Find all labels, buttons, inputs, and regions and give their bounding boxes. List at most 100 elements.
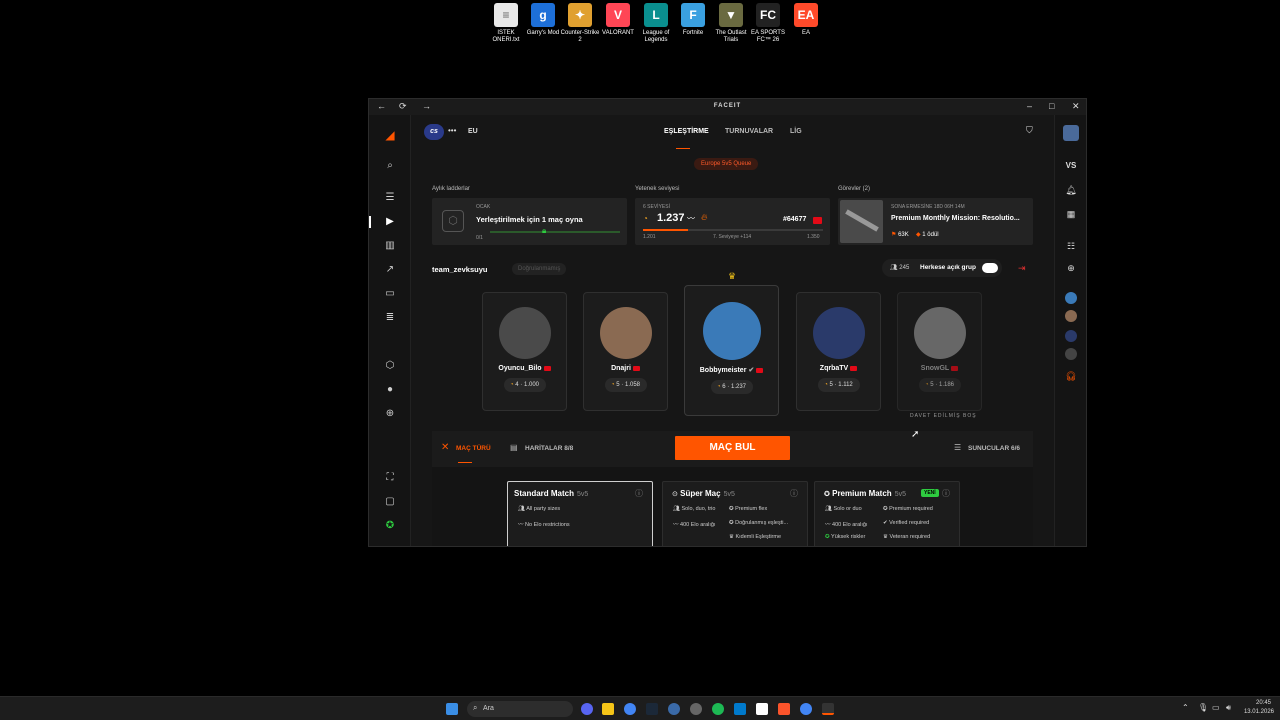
party-icon[interactable]: ▦ [1063, 206, 1079, 222]
clock-date[interactable]: 13.01.2026 [1238, 709, 1274, 715]
tab-league[interactable]: LİG [790, 128, 802, 135]
friend-avatar[interactable] [1065, 292, 1077, 304]
ladder-hex-icon: ⬡ [442, 210, 464, 232]
game-selector[interactable]: cs [424, 124, 444, 140]
play-icon[interactable]: ▶ [382, 214, 398, 230]
desktop-icon-label: Counter-Strike 2 [560, 30, 600, 43]
premium-icon[interactable]: ✪ [382, 518, 398, 534]
close-button[interactable]: ✕ [1072, 101, 1080, 112]
desktop-icon[interactable]: EA EA [786, 3, 826, 37]
turkey-flag-icon [850, 365, 858, 371]
support-headset-icon[interactable]: 🎧︎ [1063, 368, 1079, 384]
spotify-icon[interactable] [712, 703, 724, 715]
list-icon[interactable]: ≣ [382, 310, 398, 326]
stats-icon[interactable]: ↗ [382, 262, 398, 278]
network-icon[interactable]: ▭ [1212, 703, 1220, 712]
bell-icon[interactable]: 🔔︎ [1063, 182, 1079, 198]
info-icon[interactable]: ⓘ [790, 488, 798, 499]
friend-avatar[interactable] [1065, 348, 1077, 360]
desktop-icon[interactable]: V VALORANT [598, 3, 638, 37]
vscode-icon[interactable] [734, 703, 746, 715]
mode-feature: ♛ Kıdemli Eşleştirme [729, 534, 782, 540]
club-avatar-icon[interactable]: ● [382, 382, 398, 398]
player-card[interactable]: ZqrbaTV ◔ 5 · 1.112 [796, 292, 881, 411]
desktop-icon[interactable]: L League of Legends [636, 3, 676, 44]
clubs-icon[interactable]: ⬡ [382, 358, 398, 374]
mode-super[interactable]: ⊙ Süper Maç 5v5 ⓘ 👥︎ Solo, duo, trio 〰 40… [662, 481, 808, 546]
region-label[interactable]: EU [468, 128, 478, 135]
app-icon[interactable] [690, 703, 702, 715]
faceit-logo-icon[interactable]: ◢ [382, 127, 398, 143]
video-icon[interactable]: ▭ [382, 286, 398, 302]
public-group-toggle[interactable] [982, 263, 998, 273]
user-avatar[interactable] [1063, 125, 1079, 141]
tray-chevron-icon[interactable]: ⌃ [1182, 703, 1189, 712]
more-icon[interactable]: ••• [448, 126, 456, 135]
add-friend-icon[interactable]: ⊕ [1063, 260, 1079, 276]
leave-party-icon[interactable]: ⇥ [1018, 263, 1026, 274]
fullscreen-icon[interactable]: ⛶ [382, 470, 398, 486]
skill-rank: #64677 [783, 216, 807, 223]
add-icon[interactable]: ⊕ [382, 406, 398, 422]
desktop-icon[interactable]: ▼ The Outlast Trials [711, 3, 751, 44]
shield-icon[interactable]: ⛉ [1026, 125, 1033, 136]
app-icon[interactable] [668, 703, 680, 715]
title-bar: ← ⟳ → FACEIT – □ ✕ [369, 99, 1086, 115]
desktop-icon[interactable]: FC EA SPORTS FC™ 26 [748, 3, 788, 44]
friend-avatar[interactable] [1065, 310, 1077, 322]
ladder-progress: 0/1 [476, 235, 483, 241]
windows-start-icon[interactable] [446, 703, 458, 715]
search-icon: ⌕ [473, 703, 478, 712]
volume-icon[interactable]: 🔊︎ [1226, 703, 1231, 713]
player-card-leader[interactable]: Bobbymeister ✔ ◔ 6 · 1.237 [684, 285, 779, 416]
vs-icon[interactable]: VS [1063, 158, 1079, 174]
file-explorer-icon[interactable] [602, 703, 614, 715]
match-type-tab[interactable]: MAÇ TÜRÜ [456, 445, 491, 452]
taskbar-search[interactable]: ⌕ Ara [467, 701, 573, 717]
brave-icon[interactable] [778, 703, 790, 715]
leaderboard-icon[interactable]: ▥ [382, 238, 398, 254]
shop-icon[interactable]: ▢ [382, 494, 398, 510]
notion-icon[interactable] [756, 703, 768, 715]
tab-tournaments[interactable]: TURNUVALAR [725, 128, 773, 135]
ladder-icon[interactable]: ☰ [382, 190, 398, 206]
clock-time[interactable]: 20:45 [1241, 700, 1271, 706]
ladders-card[interactable]: ⬡ OCAK Yerleştirilmek için 1 maç oyna 0/… [432, 198, 627, 245]
mode-feature: 〰 400 Elo aralığı [825, 522, 868, 528]
friends-icon[interactable]: ☷ [1063, 238, 1079, 254]
desktop-icon[interactable]: g Garry's Mod [523, 3, 563, 37]
mode-standard[interactable]: Standard Match 5v5 ⓘ 👥︎ All party sizes 〰… [507, 481, 653, 546]
player-name: Dnajri [584, 365, 667, 372]
search-icon[interactable]: ⌕ [382, 158, 398, 174]
match-bar: ✕ MAÇ TÜRÜ ▤ HARİTALAR 8/8 MAÇ BUL ☰ SUN… [432, 431, 1033, 467]
chrome-icon[interactable] [624, 703, 636, 715]
desktop-icon-label: VALORANT [602, 30, 634, 36]
app-icon: g [531, 3, 555, 27]
chrome-icon[interactable] [800, 703, 812, 715]
tab-matchmaking[interactable]: EŞLEŞTİRME [664, 128, 709, 135]
player-card-invited[interactable]: SnowGL ◔ 5 · 1.186 [897, 292, 982, 411]
player-card[interactable]: Oyuncu_Bilo ◔ 4 · 1.000 [482, 292, 567, 411]
find-match-button[interactable]: MAÇ BUL [675, 436, 790, 460]
info-icon[interactable]: ⓘ [942, 488, 950, 499]
maps-tab[interactable]: HARİTALAR 8/8 [525, 445, 573, 452]
servers-tab[interactable]: SUNUCULAR 6/6 [968, 445, 1020, 452]
player-name: SnowGL [898, 365, 981, 372]
info-icon[interactable]: ⓘ [635, 488, 643, 499]
maximize-button[interactable]: □ [1049, 101, 1054, 111]
mode-title: Standard Match 5v5 [514, 489, 589, 498]
skill-card[interactable]: 6 SEVİYESİ ◔ 1.237 〰 🔥︎ #64677 1.201 7. … [635, 198, 830, 245]
desktop-icon[interactable]: F Fortnite [673, 3, 713, 37]
friend-avatar[interactable] [1065, 330, 1077, 342]
minimize-button[interactable]: – [1027, 101, 1032, 111]
discord-icon[interactable] [581, 703, 593, 715]
missions-card[interactable]: SONA ERMESİNE 18D 06H 14M Premium Monthl… [838, 198, 1033, 245]
desktop-icon[interactable]: ≡ ISTEK ONERI.txt [486, 3, 526, 44]
rifle-icon [845, 209, 879, 232]
desktop-icon[interactable]: ✦ Counter-Strike 2 [560, 3, 600, 44]
player-card[interactable]: Dnajri ◔ 5 · 1.058 [583, 292, 668, 411]
steam-icon[interactable] [646, 703, 658, 715]
mic-icon[interactable]: 🎙︎ [1198, 703, 1208, 712]
mode-premium[interactable]: ✪ Premium Match 5v5 YENİ ⓘ 👥︎ Solo or duo… [814, 481, 960, 546]
faceit-taskbar-icon[interactable] [822, 703, 834, 715]
